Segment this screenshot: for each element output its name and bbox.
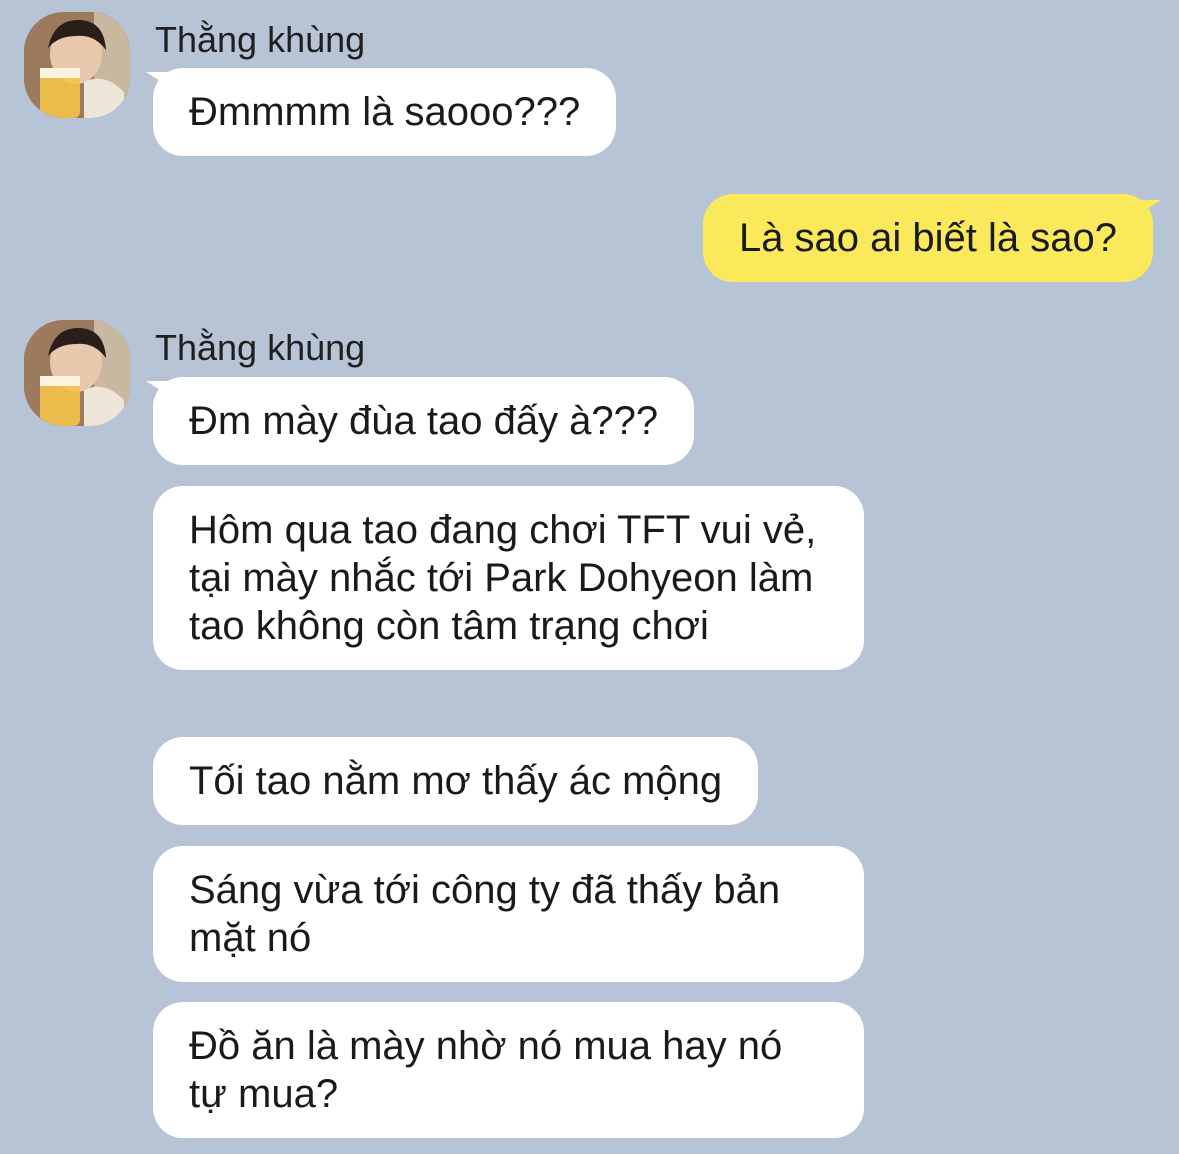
sender-avatar[interactable]	[24, 12, 130, 118]
incoming-message-bubble[interactable]: Đm mày đùa tao đấy à???	[153, 377, 695, 465]
incoming-message-bubble[interactable]: Tối tao nằm mơ thấy ác mộng	[153, 737, 759, 825]
profile-photo-icon	[24, 320, 130, 426]
profile-photo-icon	[24, 12, 130, 118]
sender-avatar[interactable]	[24, 320, 130, 426]
incoming-message-bubble[interactable]: Đồ ăn là mày nhờ nó mua hay nó tự mua?	[153, 1002, 864, 1138]
incoming-message-bubble[interactable]: Đmmmm là saooo???	[153, 68, 617, 156]
incoming-message-bubble[interactable]: Sáng vừa tới công ty đã thấy bản mặt nó	[153, 846, 864, 982]
sender-name: Thằng khùng	[155, 19, 366, 60]
outgoing-message-bubble[interactable]: Là sao ai biết là sao?	[702, 194, 1153, 282]
sender-name: Thằng khùng	[155, 327, 366, 368]
incoming-message-bubble[interactable]: Hôm qua tao đang chơi TFT vui vẻ, tại mà…	[153, 486, 864, 670]
